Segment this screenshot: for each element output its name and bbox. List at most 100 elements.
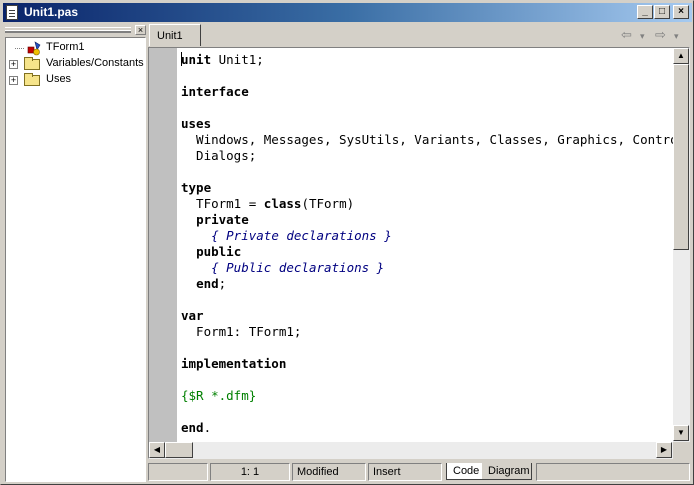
back-arrow-icon[interactable]: ⇦: [621, 27, 632, 43]
document-icon: [6, 5, 18, 20]
code-token: .: [203, 420, 212, 435]
explorer-header: ×: [5, 25, 146, 35]
editor-gutter[interactable]: [149, 48, 177, 442]
code-text[interactable]: unit Unit1; interface uses Windows, Messag…: [181, 52, 673, 440]
editor-tab-bar: Unit1 ⇦ ▾ ⇨ ▾: [148, 23, 692, 47]
window-title: Unit1.pas: [24, 5, 79, 19]
code-token: TForm1 =: [181, 196, 264, 211]
code-line[interactable]: uses: [181, 116, 673, 132]
code-token: private: [196, 212, 249, 227]
code-token: type: [181, 180, 212, 195]
scroll-corner: [673, 442, 690, 459]
code-line[interactable]: [181, 100, 673, 116]
vertical-scroll-thumb[interactable]: [673, 64, 689, 250]
code-token: public: [196, 244, 242, 259]
cursor-position: 1: 1: [210, 463, 290, 481]
code-token: end: [196, 276, 219, 291]
code-token: Dialogs;: [181, 148, 257, 163]
tab-diagram[interactable]: Diagram: [482, 463, 532, 480]
code-line[interactable]: end;: [181, 276, 673, 292]
code-line[interactable]: [181, 372, 673, 388]
modified-status: Modified: [292, 463, 366, 481]
vertical-scrollbar[interactable]: ▲ ▼: [673, 48, 690, 442]
drag-grip[interactable]: [5, 27, 131, 33]
code-line[interactable]: private: [181, 212, 673, 228]
code-token: { Private declarations }: [211, 228, 392, 243]
code-editor[interactable]: unit Unit1; interface uses Windows, Messag…: [148, 47, 690, 459]
close-button[interactable]: ×: [673, 5, 689, 19]
scroll-up-button[interactable]: ▲: [673, 48, 689, 64]
code-line[interactable]: [181, 340, 673, 356]
code-explorer-tree[interactable]: TForm1 + Variables/Constants + Uses: [5, 37, 146, 482]
scroll-right-button[interactable]: ▶: [656, 442, 672, 458]
code-token: interface: [181, 84, 249, 99]
back-dropdown-icon[interactable]: ▾: [640, 31, 645, 47]
forward-arrow-icon[interactable]: ⇨: [655, 27, 666, 43]
explorer-close-button[interactable]: ×: [135, 25, 146, 35]
folder-icon: [24, 73, 40, 86]
code-line[interactable]: { Private declarations }: [181, 228, 673, 244]
tab-code[interactable]: Code: [446, 463, 484, 480]
editor-window: Unit1.pas _ □ × × TForm1 + Variables/Con…: [0, 0, 694, 485]
code-line[interactable]: implementation: [181, 356, 673, 372]
code-line[interactable]: unit Unit1;: [181, 52, 673, 68]
folder-icon: [24, 57, 40, 70]
form-icon: [27, 41, 41, 56]
code-line[interactable]: { Public declarations }: [181, 260, 673, 276]
title-bar[interactable]: Unit1.pas _ □ ×: [3, 3, 692, 22]
horizontal-scroll-thumb[interactable]: [165, 442, 193, 458]
expand-icon[interactable]: +: [9, 76, 18, 85]
code-token: Form1: TForm1;: [181, 324, 302, 339]
tree-item-label: Uses: [46, 73, 72, 85]
code-token: ;: [218, 276, 227, 291]
code-line[interactable]: end.: [181, 420, 673, 436]
tab-unit1[interactable]: Unit1: [149, 24, 201, 46]
minimize-button[interactable]: _: [637, 5, 653, 19]
code-line[interactable]: [181, 68, 673, 84]
code-line[interactable]: type: [181, 180, 673, 196]
tree-item-uses[interactable]: + Uses: [6, 72, 145, 88]
code-token: class: [263, 196, 302, 211]
code-line[interactable]: TForm1 = class(TForm): [181, 196, 673, 212]
code-line[interactable]: public: [181, 244, 673, 260]
horizontal-scrollbar[interactable]: ◀ ▶: [149, 442, 673, 459]
code-token: var: [181, 308, 204, 323]
scroll-left-button[interactable]: ◀: [149, 442, 165, 458]
code-token: { Public declarations }: [211, 260, 385, 275]
code-line[interactable]: interface: [181, 84, 673, 100]
code-token: unit: [181, 52, 212, 67]
code-line[interactable]: Dialogs;: [181, 148, 673, 164]
expand-icon[interactable]: +: [9, 60, 18, 69]
code-line[interactable]: var: [181, 308, 673, 324]
status-bar: 1: 1 Modified Insert Code Diagram: [148, 461, 692, 483]
code-line[interactable]: [181, 404, 673, 420]
code-token: implementation: [181, 356, 287, 371]
code-token: (TForm): [301, 196, 355, 211]
code-token: end: [181, 420, 204, 435]
forward-dropdown-icon[interactable]: ▾: [674, 31, 679, 47]
scroll-down-button[interactable]: ▼: [673, 425, 689, 441]
tree-item-label: TForm1: [46, 41, 85, 53]
code-line[interactable]: [181, 164, 673, 180]
code-token: {$R *.dfm}: [181, 388, 257, 403]
status-panel-blank: [148, 463, 208, 481]
insert-mode-status: Insert: [368, 463, 442, 481]
code-line[interactable]: Form1: TForm1;: [181, 324, 673, 340]
tree-item-variables-constants[interactable]: + Variables/Constants: [6, 56, 145, 72]
code-line[interactable]: [181, 292, 673, 308]
code-line[interactable]: Windows, Messages, SysUtils, Variants, C…: [181, 132, 673, 148]
maximize-button[interactable]: □: [654, 5, 670, 19]
tree-item-label: Variables/Constants: [46, 57, 144, 69]
code-token: Unit1;: [211, 52, 264, 67]
status-panel-empty: [536, 463, 690, 481]
tree-item-tform1[interactable]: TForm1: [6, 40, 145, 56]
tree-connector: [15, 48, 24, 49]
code-line[interactable]: {$R *.dfm}: [181, 388, 673, 404]
code-token: Windows, Messages, SysUtils, Variants, C…: [196, 132, 673, 147]
code-token: uses: [181, 116, 212, 131]
